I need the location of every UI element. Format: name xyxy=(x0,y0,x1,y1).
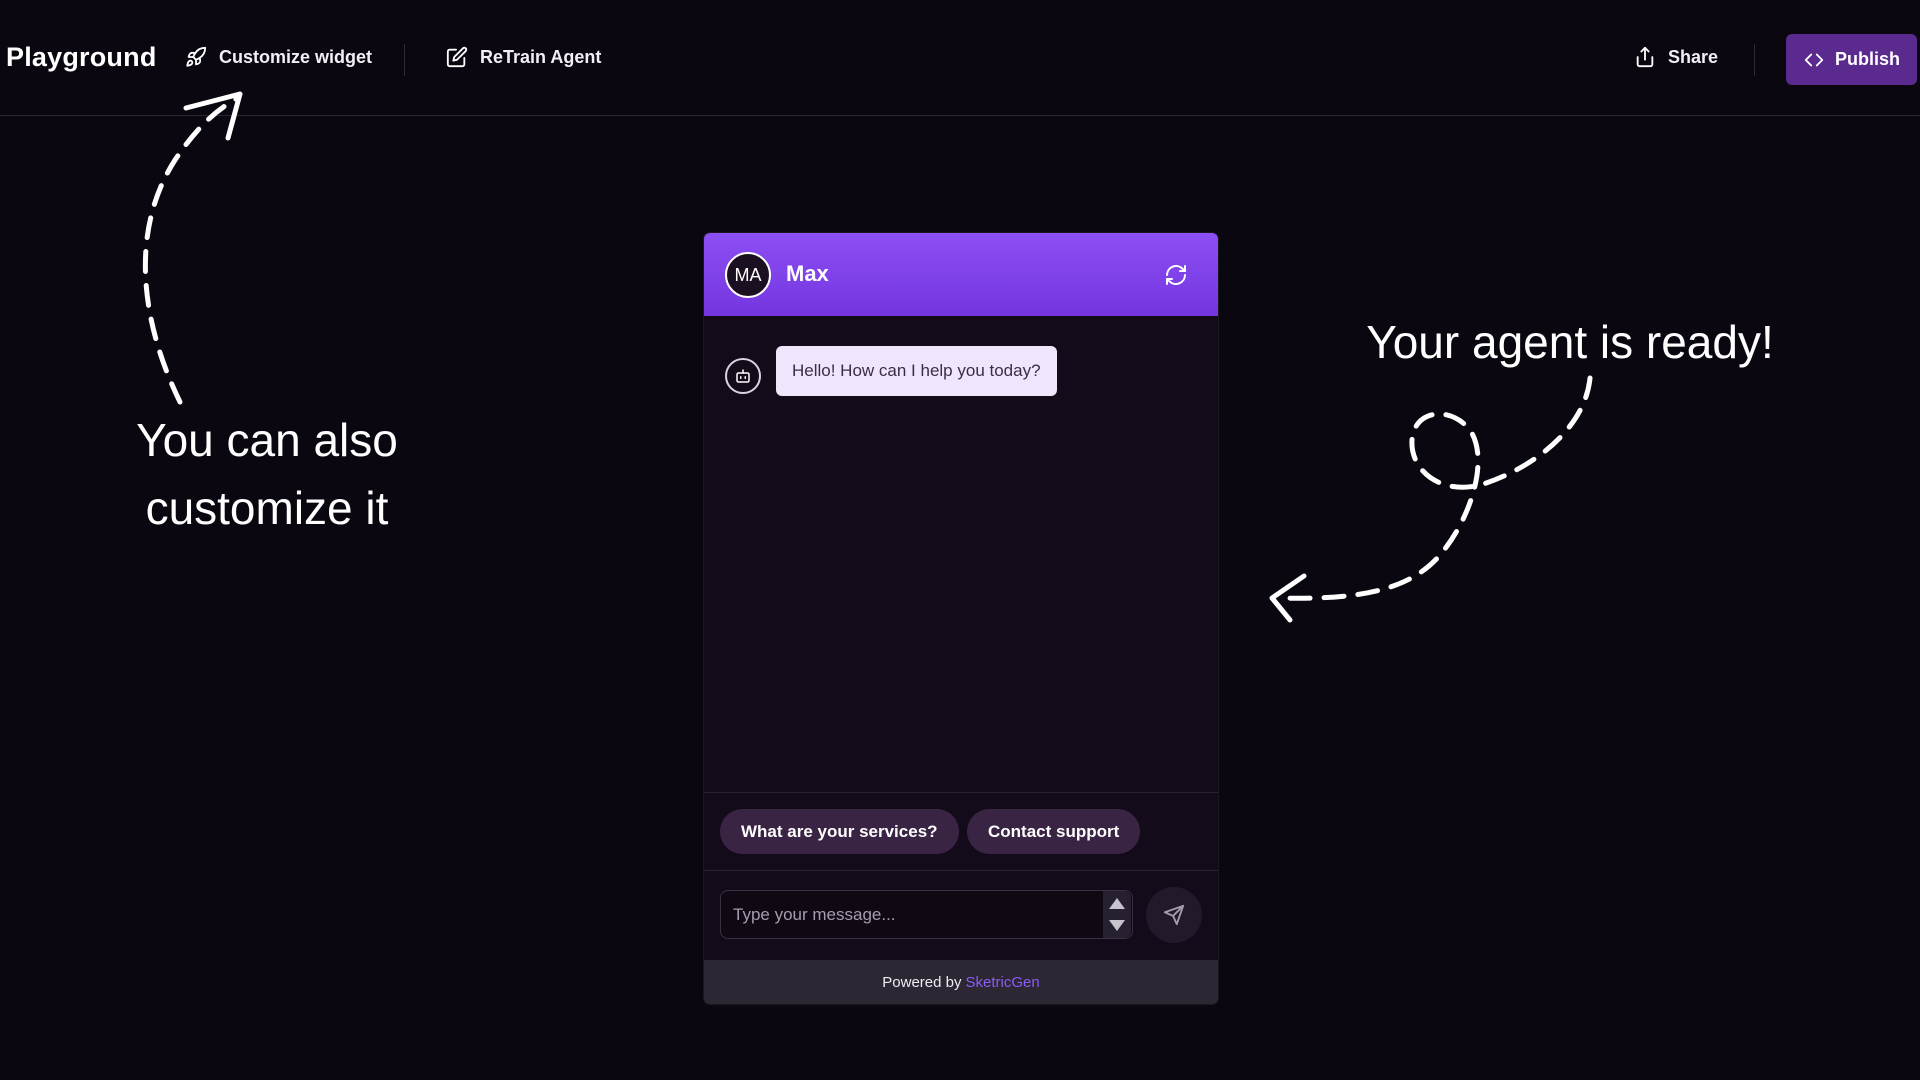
send-icon xyxy=(1163,904,1185,926)
input-stepper[interactable] xyxy=(1103,891,1131,938)
left-annotation-line2: customize it xyxy=(145,482,389,534)
bot-icon xyxy=(736,369,750,383)
chat-widget: MA Max Hello! How can I help you today? … xyxy=(704,233,1218,1004)
publish-button[interactable]: Publish xyxy=(1786,34,1917,85)
share-label: Share xyxy=(1668,46,1719,67)
share-button[interactable]: Share xyxy=(1634,46,1718,68)
arrow-to-widget xyxy=(1277,375,1593,601)
publish-label: Publish xyxy=(1834,49,1900,69)
share-icon xyxy=(1636,46,1654,68)
divider xyxy=(404,44,405,76)
divider xyxy=(704,792,1218,793)
divider xyxy=(704,870,1218,871)
divider xyxy=(1754,44,1755,76)
customize-widget-label: Customize widget xyxy=(219,46,373,67)
suggestion-services[interactable]: What are your services? xyxy=(720,809,959,854)
retrain-agent-button[interactable]: ReTrain Agent xyxy=(446,46,601,68)
left-annotation: You can also customize it xyxy=(92,406,442,542)
left-annotation-line1: You can also xyxy=(136,414,398,466)
page-title: Playground xyxy=(6,42,157,72)
stepper-down-icon[interactable] xyxy=(1109,920,1125,931)
rocket-icon xyxy=(186,46,207,67)
message-input[interactable] xyxy=(720,890,1133,939)
edit-icon xyxy=(446,46,468,68)
bot-message: Hello! How can I help you today? xyxy=(776,346,1057,396)
send-button[interactable] xyxy=(1146,887,1202,943)
right-annotation: Your agent is ready! xyxy=(1366,316,1774,368)
suggestion-contact-support[interactable]: Contact support xyxy=(967,809,1141,854)
code-icon xyxy=(1804,53,1824,66)
widget-footer: Powered by SketricGen xyxy=(704,960,1218,1004)
widget-header: MA Max xyxy=(704,233,1218,316)
footer-brand-link[interactable]: SketricGen xyxy=(966,974,1040,991)
arrow-to-widget-head xyxy=(1269,573,1307,623)
footer-prefix: Powered by xyxy=(882,973,962,991)
arrow-to-customize xyxy=(142,95,241,405)
customize-widget-button[interactable]: Customize widget xyxy=(185,46,372,68)
refresh-icon[interactable] xyxy=(1164,263,1188,287)
bot-avatar xyxy=(725,358,761,394)
stepper-up-icon[interactable] xyxy=(1109,898,1125,909)
top-bar: Playground Customize widget ReTrain Agen… xyxy=(0,0,1920,116)
agent-name: Max xyxy=(786,261,829,286)
avatar: MA xyxy=(725,252,771,298)
retrain-agent-label: ReTrain Agent xyxy=(480,46,602,67)
